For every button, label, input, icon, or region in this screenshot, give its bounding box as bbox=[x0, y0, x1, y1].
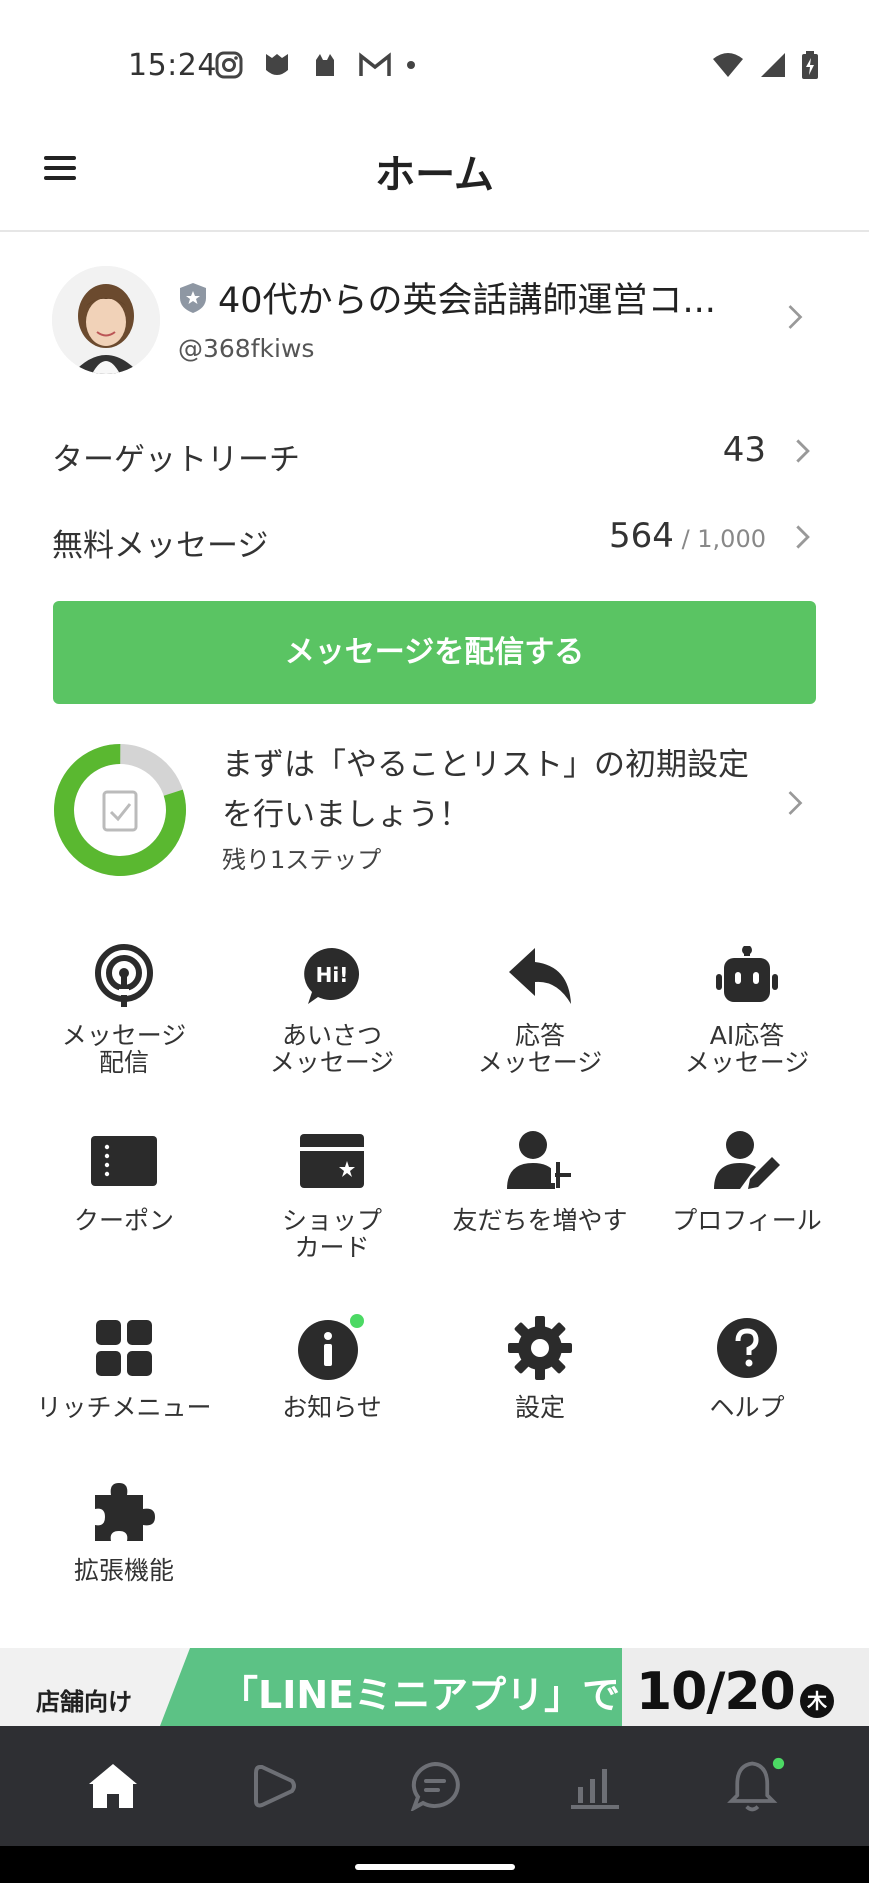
gesture-nav-bar bbox=[0, 1846, 869, 1883]
feature-rich-menu[interactable]: リッチメニュー bbox=[20, 1312, 228, 1421]
feature-ai-reply[interactable]: AI応答 メッセージ bbox=[643, 940, 851, 1076]
promo-banner[interactable]: 店舗向け 「LINEミニアプリ」で 10/20 木 bbox=[0, 1648, 869, 1726]
more-notifications-dot bbox=[406, 50, 416, 80]
feature-profile[interactable]: プロフィール bbox=[643, 1125, 851, 1234]
todo-list-card[interactable]: まずは「やることリスト」の初期設定を行いましょう！ 残り1ステップ bbox=[52, 740, 822, 880]
status-time: 15:24 bbox=[128, 48, 217, 83]
instagram-icon bbox=[214, 50, 244, 80]
banner-store-label: 店舗向け bbox=[36, 1688, 132, 1716]
reply-icon bbox=[509, 948, 571, 1004]
feature-extensions[interactable]: 拡張機能 bbox=[20, 1475, 228, 1584]
feature-label: あいさつ メッセージ bbox=[269, 1021, 395, 1077]
account-name: 40代からの英会話講師運営コ... bbox=[218, 281, 716, 321]
account-row[interactable]: 40代からの英会話講師運営コ... @368fkiws bbox=[52, 266, 822, 376]
feature-label: ヘルプ bbox=[709, 1393, 785, 1422]
target-reach-label: ターゲットリーチ bbox=[52, 442, 300, 478]
bottom-nav bbox=[0, 1726, 869, 1846]
feature-auto-reply[interactable]: 応答 メッセージ bbox=[436, 940, 644, 1076]
feature-label: AI応答 メッセージ bbox=[684, 1021, 810, 1077]
free-messages-value: 564 / 1,000 bbox=[609, 516, 766, 556]
feature-broadcast[interactable]: メッセージ 配信 bbox=[20, 940, 228, 1076]
nav-notifications[interactable] bbox=[726, 1756, 786, 1816]
target-reach-row[interactable]: ターゲットリーチ 43 bbox=[52, 422, 822, 482]
feature-label: クーポン bbox=[73, 1206, 174, 1235]
free-messages-row[interactable]: 無料メッセージ 564 / 1,000 bbox=[52, 508, 822, 568]
profile-icon bbox=[714, 1131, 780, 1189]
feature-label: 設定 bbox=[514, 1393, 565, 1422]
greeting-icon: Hi! bbox=[304, 948, 360, 1004]
wifi-icon bbox=[713, 53, 743, 77]
puzzle-icon bbox=[95, 1483, 155, 1541]
gmail-icon bbox=[358, 50, 391, 80]
new-badge-dot bbox=[350, 1314, 364, 1328]
feature-label: 友だちを増やす bbox=[452, 1206, 628, 1235]
app-header: ホーム bbox=[0, 120, 869, 232]
status-bar: 15:24 bbox=[0, 0, 869, 120]
play-icon bbox=[254, 1765, 296, 1808]
feature-label: ショップ カード bbox=[281, 1206, 382, 1262]
account-id: @368fkiws bbox=[178, 334, 315, 363]
feature-greeting[interactable]: Hi! あいさつ メッセージ bbox=[228, 940, 436, 1076]
feature-shop-card[interactable]: ショップ カード bbox=[228, 1125, 436, 1261]
system-status-icons bbox=[711, 50, 819, 80]
new-badge-dot bbox=[772, 1757, 785, 1770]
cat-app-icon bbox=[310, 50, 340, 80]
chevron-right-icon bbox=[796, 525, 810, 549]
chat-icon bbox=[410, 1761, 460, 1811]
chevron-right-icon bbox=[788, 791, 803, 815]
avatar bbox=[52, 266, 160, 374]
app-badge-icon bbox=[262, 50, 292, 80]
nav-analytics[interactable] bbox=[565, 1756, 625, 1816]
feature-label: リッチメニュー bbox=[36, 1393, 212, 1422]
feature-label: プロフィール bbox=[672, 1206, 822, 1235]
home-icon bbox=[89, 1764, 137, 1808]
home-gesture-handle[interactable] bbox=[355, 1864, 515, 1870]
todo-remaining: 残り1ステップ bbox=[222, 846, 382, 874]
svg-text:Hi!: Hi! bbox=[316, 963, 349, 987]
target-reach-value: 43 bbox=[722, 430, 766, 470]
shop-card-icon bbox=[300, 1134, 364, 1188]
battery-icon bbox=[802, 51, 818, 79]
nav-chat[interactable] bbox=[405, 1756, 465, 1816]
add-friend-icon bbox=[507, 1131, 571, 1189]
gear-icon bbox=[508, 1316, 572, 1380]
free-messages-label: 無料メッセージ bbox=[52, 528, 269, 564]
send-message-button[interactable]: メッセージを配信する bbox=[53, 601, 816, 704]
feature-label: お知らせ bbox=[282, 1393, 382, 1422]
coupon-icon bbox=[91, 1136, 157, 1186]
feature-help[interactable]: ヘルプ bbox=[643, 1312, 851, 1421]
todo-title: まずは「やることリスト」の初期設定を行いましょう！ bbox=[222, 747, 749, 833]
feature-label: メッセージ 配信 bbox=[61, 1021, 187, 1077]
verified-shield-icon bbox=[180, 282, 206, 313]
nav-timeline[interactable] bbox=[244, 1756, 304, 1816]
broadcast-icon bbox=[95, 944, 153, 1007]
chevron-right-icon bbox=[796, 439, 810, 463]
feature-label: 拡張機能 bbox=[73, 1556, 174, 1585]
nav-home[interactable] bbox=[83, 1756, 143, 1816]
feature-label: 応答 メッセージ bbox=[477, 1021, 603, 1077]
feature-announcements[interactable]: お知らせ bbox=[228, 1312, 436, 1421]
analytics-icon bbox=[571, 1769, 619, 1809]
rich-menu-icon bbox=[96, 1320, 152, 1376]
help-icon bbox=[717, 1318, 777, 1378]
feature-coupon[interactable]: クーポン bbox=[20, 1125, 228, 1234]
feature-add-friends[interactable]: 友だちを増やす bbox=[436, 1125, 644, 1234]
cell-signal-icon bbox=[761, 53, 785, 77]
info-icon bbox=[298, 1314, 364, 1380]
banner-date: 10/20 bbox=[636, 1662, 796, 1722]
banner-headline: 「LINEミニアプリ」で bbox=[220, 1673, 621, 1717]
notifications-icon bbox=[727, 1757, 785, 1812]
banner-weekday: 木 bbox=[800, 1684, 834, 1718]
chevron-right-icon bbox=[788, 305, 803, 329]
page-title: ホーム bbox=[375, 152, 494, 198]
feature-settings[interactable]: 設定 bbox=[436, 1312, 644, 1421]
robot-icon bbox=[716, 946, 778, 1002]
notification-icons bbox=[214, 50, 416, 80]
todo-progress-ring bbox=[54, 744, 186, 876]
